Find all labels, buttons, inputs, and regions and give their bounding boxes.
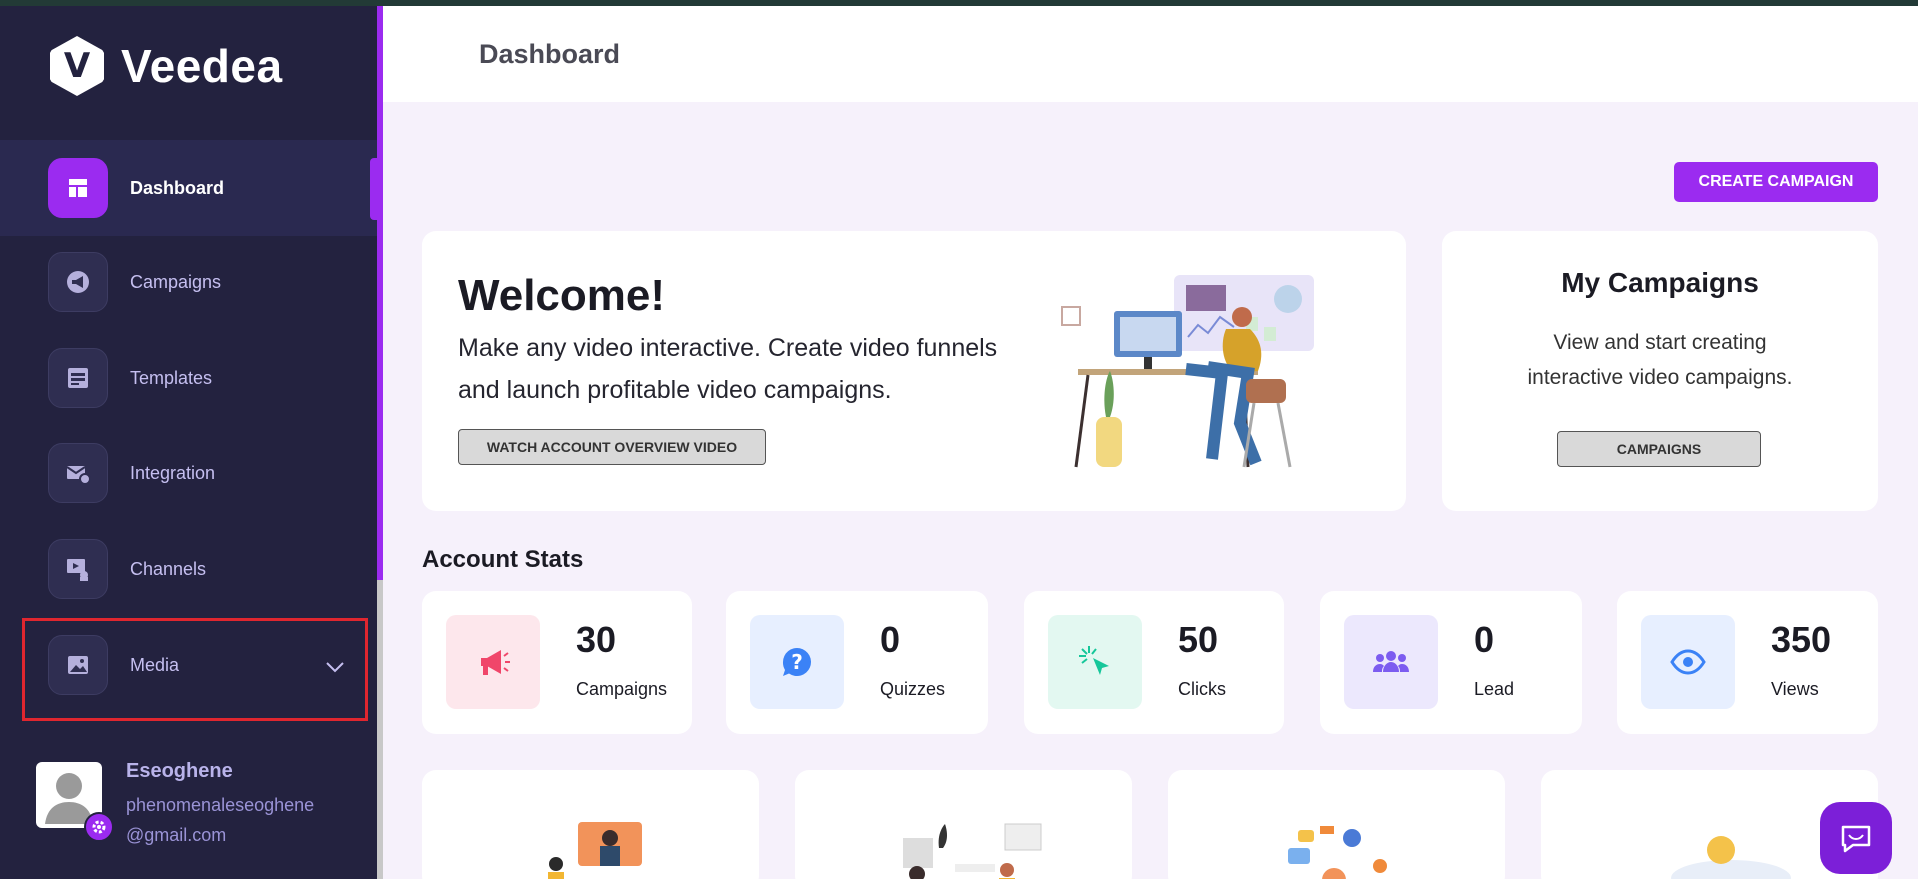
welcome-title: Welcome! (458, 271, 666, 320)
stat-card-lead[interactable]: 0 Lead (1320, 591, 1582, 734)
video-call-illustration (548, 822, 642, 879)
svg-text:?: ? (791, 650, 803, 674)
mail-gear-icon (48, 443, 108, 503)
chat-support-button[interactable] (1820, 802, 1892, 874)
question-icon: ? (750, 615, 844, 709)
active-indicator (370, 158, 377, 220)
office-illustration (903, 823, 1042, 879)
stat-label: Clicks (1178, 679, 1226, 699)
megaphone-icon (48, 252, 108, 312)
stat-card-clicks[interactable]: 50 Clicks (1024, 591, 1284, 734)
cursor-click-icon (1048, 615, 1142, 709)
channel-icon (48, 539, 108, 599)
watch-overview-video-button[interactable]: WATCH ACCOUNT OVERVIEW VIDEO (458, 429, 766, 465)
veedea-logo-icon: V (50, 36, 104, 96)
welcome-card: Welcome! Make any video interactive. Cre… (422, 231, 1406, 511)
megaphone-icon (446, 615, 540, 709)
sidebar-item-campaigns[interactable]: Campaigns (0, 234, 377, 330)
eye-icon (1641, 615, 1735, 709)
highlight-box (22, 618, 368, 721)
sidebar-item-dashboard[interactable]: Dashboard (0, 140, 377, 236)
feature-card-2[interactable] (795, 770, 1132, 879)
user-email-line: @gmail.com (126, 825, 227, 845)
sidebar-item-channels[interactable]: Channels (0, 521, 377, 617)
welcome-text: Make any video interactive. Create video… (458, 334, 998, 404)
my-campaigns-card: My Campaigns View and start creating int… (1442, 231, 1878, 511)
stat-card-views[interactable]: 350 Views (1617, 591, 1878, 734)
template-icon (48, 348, 108, 408)
user-email: phenomenaleseoghene @gmail.com (126, 790, 346, 850)
gear-icon[interactable] (84, 812, 114, 842)
campaigns-button[interactable]: CAMPAIGNS (1557, 431, 1761, 467)
stat-value: 50 (1178, 619, 1219, 660)
users-icon (1344, 615, 1438, 709)
idea-illustration (1671, 836, 1791, 879)
avatar[interactable] (36, 762, 114, 842)
user-profile[interactable] (36, 762, 114, 842)
sidebar-item-label: Dashboard (130, 177, 225, 198)
stat-label: Views (1771, 679, 1819, 699)
my-campaigns-text: View and start creating interactive vide… (1527, 331, 1793, 389)
account-stats-title: Account Stats (422, 546, 584, 573)
sidebar-item-label: Channels (130, 558, 207, 579)
chevron-down-icon[interactable] (325, 660, 345, 678)
sidebar-item-templates[interactable]: Templates (0, 330, 377, 426)
chat-icon (1841, 825, 1871, 853)
stat-value: 30 (576, 619, 617, 660)
feature-card-1[interactable] (422, 770, 759, 879)
stat-value: 350 (1771, 619, 1832, 660)
brand[interactable]: V Veedea (47, 36, 283, 96)
sidebar-item-label: Templates (130, 367, 213, 388)
feature-card-3[interactable] (1168, 770, 1505, 879)
page-title: Dashboard (479, 39, 621, 69)
sidebar-scrollbar[interactable] (377, 580, 383, 879)
stat-label: Campaigns (576, 679, 668, 699)
brand-name: Veedea (121, 40, 283, 92)
sidebar-item-label: Campaigns (130, 271, 222, 292)
user-name: Eseoghene (126, 760, 233, 782)
user-email-line: phenomenaleseoghene (126, 795, 315, 815)
my-campaigns-title: My Campaigns (1561, 267, 1759, 298)
stat-label: Lead (1474, 679, 1515, 699)
workspace-illustration (1061, 275, 1314, 468)
support-illustration (1288, 826, 1387, 879)
dashboard-icon (48, 158, 108, 218)
stat-label: Quizzes (880, 679, 946, 699)
stat-card-quizzes[interactable]: ? 0 Quizzes (726, 591, 988, 734)
stat-card-campaigns[interactable]: 30 Campaigns (422, 591, 692, 734)
top-header: Dashboard (383, 6, 1918, 102)
sidebar-item-integration[interactable]: Integration (0, 425, 377, 521)
sidebar-item-label: Integration (130, 462, 216, 483)
stat-value: 0 (880, 619, 901, 660)
stat-value: 0 (1474, 619, 1495, 660)
create-campaign-button[interactable]: CREATE CAMPAIGN (1674, 162, 1878, 202)
